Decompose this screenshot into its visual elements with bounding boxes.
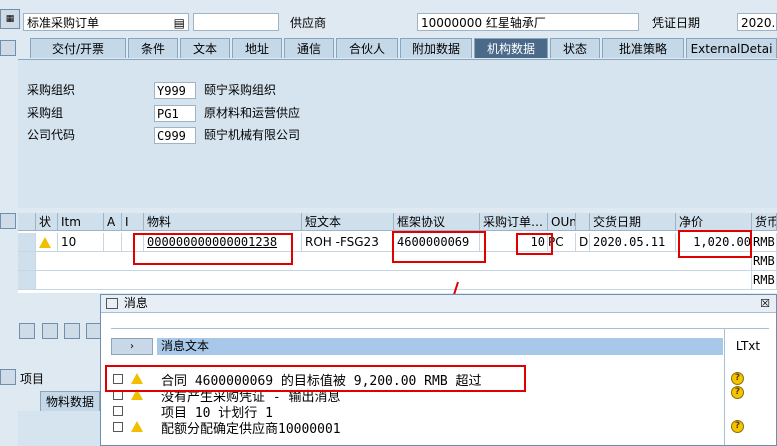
company-code-label: 公司代码 <box>27 128 76 142</box>
delivery-date-cell[interactable]: 2020.05.11 <box>590 233 676 252</box>
collapse-items-button[interactable] <box>0 213 16 229</box>
dialog-title-bar: 消息 ☒ <box>101 295 776 313</box>
purch-org-name: 颐宁采购组织 <box>204 83 277 97</box>
tab-approval-strategy[interactable]: 批准策略 <box>602 38 684 58</box>
message-text-header[interactable]: 消息文本 <box>157 338 723 355</box>
edit-button[interactable] <box>42 323 58 339</box>
net-price-cell[interactable]: 1,020.00 <box>676 233 752 252</box>
tab-material-data[interactable]: 物料数据 <box>40 391 100 412</box>
menu-icon[interactable]: ▦ <box>0 9 20 29</box>
message-window-icon <box>106 298 118 309</box>
collapse-header-button[interactable] <box>0 40 16 56</box>
col-i[interactable]: I <box>122 213 144 231</box>
help-icon[interactable]: ? <box>731 386 744 399</box>
tab-delivery-invoice[interactable]: 交付/开票 <box>30 38 126 58</box>
tab-org-data[interactable]: 机构数据 <box>474 38 548 58</box>
dialog-title: 消息 <box>123 296 148 310</box>
vendor-field[interactable]: 10000000 红星轴承厂 <box>417 13 639 31</box>
currency-cell[interactable]: RMB <box>752 271 777 290</box>
org-data-panel: 采购组织 Y999 颐宁采购组织 采购组 PG1 原材料和运营供应 公司代码 C… <box>18 59 777 208</box>
message-checkbox[interactable] <box>113 406 123 416</box>
currency-cell[interactable]: RMB <box>752 252 777 271</box>
tab-additional-data[interactable]: 附加数据 <box>400 38 472 58</box>
contract-cell[interactable]: 4600000069 <box>394 233 480 252</box>
close-icon[interactable]: ☒ <box>760 295 770 312</box>
doc-date-field[interactable]: 2020. <box>737 13 777 31</box>
material-cell[interactable]: 000000000000001238 <box>144 233 302 252</box>
tab-address[interactable]: 地址 <box>232 38 282 58</box>
ltxt-column-divider <box>724 328 725 445</box>
col-currency[interactable]: 货币 <box>752 213 777 231</box>
oun-cell[interactable]: PC <box>548 233 576 252</box>
row-selector[interactable] <box>18 233 36 252</box>
col-net-price[interactable]: 净价 <box>676 213 752 231</box>
ltxt-header[interactable]: LTxt <box>728 338 768 355</box>
d-cell[interactable]: D <box>576 233 590 252</box>
purch-group-name: 原材料和运营供应 <box>204 106 301 120</box>
col-contract[interactable]: 框架协议 <box>394 213 480 231</box>
cell-i[interactable] <box>122 233 144 252</box>
help-icon[interactable]: ? <box>731 372 744 385</box>
message-checkbox[interactable] <box>113 390 123 400</box>
col-status[interactable]: 状 <box>36 213 58 231</box>
tab-texts[interactable]: 文本 <box>180 38 230 58</box>
details-button[interactable] <box>19 323 35 339</box>
tab-external-details[interactable]: ExternalDetai <box>686 38 777 58</box>
po-qty-cell[interactable]: 10 <box>480 233 548 252</box>
col-item[interactable]: Itm <box>58 213 104 231</box>
item-detail-panel <box>18 411 100 446</box>
tab-status[interactable]: 状态 <box>550 38 600 58</box>
purch-group-field[interactable]: PG1 <box>154 105 196 122</box>
col-po-qty[interactable]: 采购订单… <box>480 213 548 231</box>
message-text: 配额分配确定供应商10000001 <box>161 422 341 437</box>
col-delivery-date[interactable]: 交货日期 <box>590 213 676 231</box>
items-section-label: 项目 <box>20 372 45 386</box>
message-checkbox[interactable] <box>113 374 123 384</box>
short-text-cell[interactable]: ROH -FSG23 <box>302 233 394 252</box>
warning-icon <box>36 233 58 252</box>
col-oun[interactable]: OUn <box>548 213 576 231</box>
items-table: 状 Itm A I 物料 短文本 框架协议 采购订单… OUn 交货日期 净价 … <box>18 213 777 293</box>
company-name: 颐宁机械有限公司 <box>204 128 301 142</box>
item-number[interactable]: 10 <box>58 233 104 252</box>
cell-a[interactable] <box>104 233 122 252</box>
doc-date-label: 凭证日期 <box>652 16 701 30</box>
vendor-label: 供应商 <box>290 16 327 30</box>
list-button[interactable] <box>64 323 80 339</box>
help-icon[interactable]: ? <box>731 420 744 433</box>
row-selector[interactable] <box>18 271 36 290</box>
col-d[interactable] <box>576 213 590 231</box>
warning-icon <box>131 421 143 432</box>
currency-cell[interactable]: RMB <box>752 233 777 252</box>
warning-icon <box>131 373 143 384</box>
message-dialog: 消息 ☒ › 消息文本 LTxt 合同 4600000069 的目标值被 9,2… <box>100 294 777 446</box>
col-short-text[interactable]: 短文本 <box>302 213 394 231</box>
tab-communication[interactable]: 通信 <box>284 38 334 58</box>
dialog-separator <box>111 328 769 329</box>
collapse-item-detail-button[interactable] <box>0 369 16 385</box>
tab-conditions[interactable]: 条件 <box>128 38 178 58</box>
select-all-button[interactable]: › <box>111 338 153 355</box>
empty-row[interactable] <box>36 252 752 271</box>
warning-icon <box>131 389 143 400</box>
row-selector[interactable] <box>18 252 36 271</box>
col-material[interactable]: 物料 <box>144 213 302 231</box>
doc-type-select[interactable]: 标准采购订单 ▤ <box>23 13 189 31</box>
message-checkbox[interactable] <box>113 422 123 432</box>
row-selector-header[interactable] <box>18 213 36 231</box>
company-code-field[interactable]: C999 <box>154 127 196 144</box>
doc-number-field[interactable] <box>193 13 279 31</box>
info-icon <box>132 404 142 416</box>
empty-row[interactable] <box>36 271 752 290</box>
header-tabs: 交付/开票 条件 文本 地址 通信 合伙人 附加数据 机构数据 状态 批准策略 … <box>18 38 777 60</box>
purch-org-field[interactable]: Y999 <box>154 82 196 99</box>
col-a[interactable]: A <box>104 213 122 231</box>
tab-partners[interactable]: 合伙人 <box>336 38 398 58</box>
purch-group-label: 采购组 <box>27 106 64 120</box>
purch-org-label: 采购组织 <box>27 83 76 97</box>
dropdown-icon[interactable]: ▤ <box>174 14 185 30</box>
